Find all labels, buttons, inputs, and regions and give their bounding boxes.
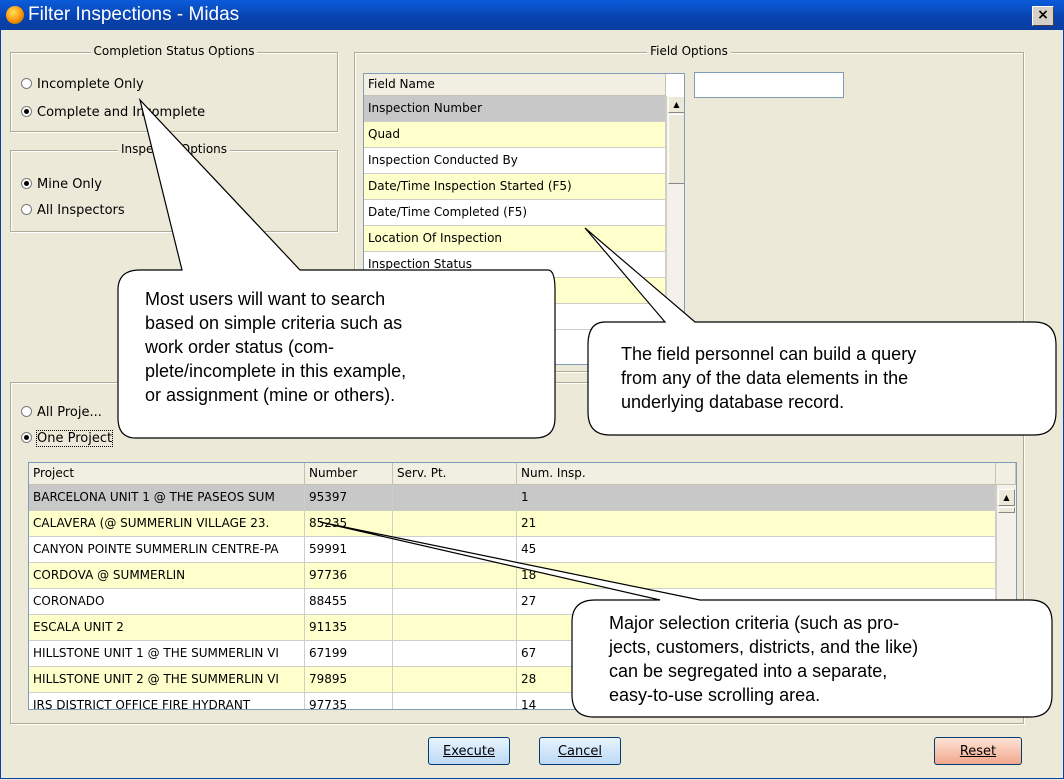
inspector-options-legend: Inspector Options: [117, 142, 231, 156]
radio-all-projects[interactable]: All Proje...: [21, 405, 102, 420]
radio-label: Mine Only: [37, 177, 102, 192]
radio-button-icon[interactable]: [21, 178, 32, 189]
radio-label: All Proje...: [37, 405, 102, 420]
scroll-up-icon[interactable]: ▲: [998, 489, 1015, 506]
list-item[interactable]: Date/Time Inspection Started (F5): [364, 174, 666, 200]
list-item[interactable]: Inspection Status: [364, 252, 666, 278]
window-title: Filter Inspections - Midas: [28, 4, 240, 25]
list-item[interactable]: Inspection Number: [364, 96, 666, 122]
column-header-number[interactable]: Number: [305, 463, 393, 485]
radio-button-icon[interactable]: [21, 204, 32, 215]
field-value-input[interactable]: [694, 72, 844, 98]
column-header-project[interactable]: Project: [29, 463, 305, 485]
reset-button[interactable]: Reset: [934, 737, 1022, 765]
scroll-thumb[interactable]: [668, 114, 684, 184]
list-item[interactable]: Inspection Conducted By: [364, 148, 666, 174]
radio-label: One Project: [35, 430, 114, 447]
radio-complete-and-incomplete[interactable]: Complete and Incomplete: [21, 105, 205, 120]
radio-label: All Inspectors: [37, 203, 125, 218]
scroll-thumb[interactable]: [998, 507, 1015, 513]
radio-incomplete-only[interactable]: Incomplete Only: [21, 77, 144, 92]
radio-label: Incomplete Only: [37, 77, 144, 92]
completion-status-legend: Completion Status Options: [90, 44, 258, 58]
column-header-num-insp[interactable]: Num. Insp.: [517, 463, 996, 485]
radio-one-project[interactable]: One Project: [21, 430, 114, 447]
callout-text-right: The field personnel can build a query fr…: [621, 344, 917, 412]
radio-button-icon[interactable]: [21, 106, 32, 117]
app-icon: [6, 6, 24, 24]
list-item[interactable]: Location Of Inspection: [364, 226, 666, 252]
callout-text-bottom: Major selection criteria (such as pro- j…: [609, 613, 919, 705]
radio-label: Complete and Incomplete: [37, 105, 206, 120]
field-options-legend: Field Options: [647, 44, 731, 58]
cancel-button[interactable]: Cancel: [539, 737, 621, 765]
column-header-serv-pt[interactable]: Serv. Pt.: [393, 463, 517, 485]
execute-button[interactable]: Execute: [428, 737, 510, 765]
inspector-options-group: Inspector Options Mine Only All Inspecto…: [10, 142, 338, 232]
radio-button-icon[interactable]: [21, 406, 32, 417]
completion-status-group: Completion Status Options Incomplete Onl…: [10, 44, 338, 132]
table-row[interactable]: CALAVERA (@ SUMMERLIN VILLAGE 23. 85235 …: [29, 511, 996, 537]
radio-button-icon[interactable]: [21, 78, 32, 89]
radio-all-inspectors[interactable]: All Inspectors: [21, 203, 125, 218]
field-list-scrollbar[interactable]: ▲: [666, 96, 684, 364]
column-header-field-name[interactable]: Field Name: [364, 74, 666, 96]
close-button[interactable]: ×: [1032, 6, 1054, 26]
callout-text-left: Most users will want to search based on …: [145, 289, 407, 405]
table-row[interactable]: CANYON POINTE SUMMERLIN CENTRE-PA 59991 …: [29, 537, 996, 563]
title-bar: Filter Inspections - Midas ×: [0, 0, 1064, 30]
table-row[interactable]: BARCELONA UNIT 1 @ THE PASEOS SUM 95397 …: [29, 485, 996, 511]
radio-mine-only[interactable]: Mine Only: [21, 177, 102, 192]
list-item[interactable]: Quad: [364, 122, 666, 148]
table-row[interactable]: CORDOVA @ SUMMERLIN 97736 18: [29, 563, 996, 589]
scroll-up-icon[interactable]: ▲: [668, 96, 684, 113]
radio-button-icon[interactable]: [21, 432, 32, 443]
list-item[interactable]: Date/Time Completed (F5): [364, 200, 666, 226]
